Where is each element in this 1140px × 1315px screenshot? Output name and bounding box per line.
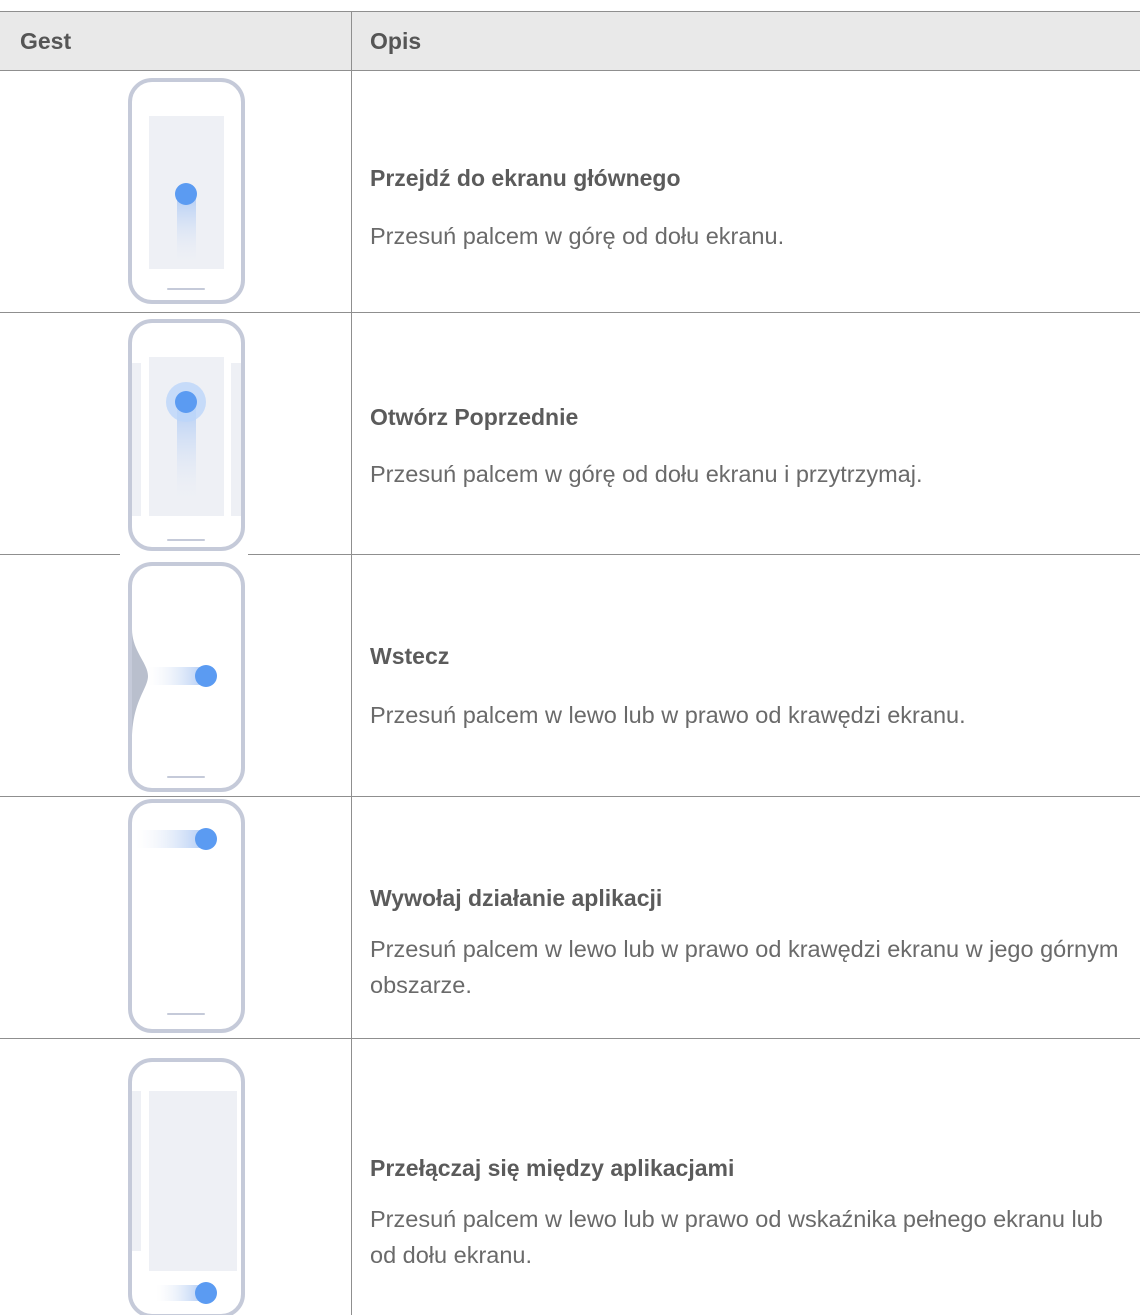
table-row: Otwórz Poprzednie Przesuń palcem w górę … xyxy=(0,313,1140,554)
row-description: Przesuń palcem w górę od dołu ekranu. xyxy=(370,223,785,249)
gesture-table: Gest Opis Przejdź do ekranu głównego Prz… xyxy=(0,0,1140,1315)
row-title: Przejdź do ekranu głównego xyxy=(370,165,681,191)
row-description: Przesuń palcem w lewo lub w prawo od wsk… xyxy=(370,1206,1103,1268)
table-header: Gest Opis xyxy=(0,11,1140,71)
row-title: Otwórz Poprzednie xyxy=(370,404,579,430)
swipe-top-edge-app-action-illustration xyxy=(128,799,245,1033)
row-description: Przesuń palcem w lewo lub w prawo od kra… xyxy=(370,702,966,728)
swipe-bottom-switch-apps-illustration xyxy=(128,1058,245,1315)
swipe-up-home-illustration xyxy=(128,78,245,304)
table-row: Przełączaj się między aplikacjami Przesu… xyxy=(0,1039,1140,1315)
table-row: Przejdź do ekranu głównego Przesuń palce… xyxy=(0,71,1140,312)
row-title: Wstecz xyxy=(370,643,450,669)
header-gesture: Gest xyxy=(20,28,72,54)
table-row: Wywołaj działanie aplikacji Przesuń palc… xyxy=(0,797,1140,1038)
row-description: Przesuń palcem w lewo lub w prawo od kra… xyxy=(370,936,1119,998)
row-description: Przesuń palcem w górę od dołu ekranu i p… xyxy=(370,461,923,487)
swipe-up-hold-recents-illustration xyxy=(128,319,245,551)
table-row: Wstecz Przesuń palcem w lewo lub w prawo… xyxy=(0,555,1140,796)
row-title: Przełączaj się między aplikacjami xyxy=(370,1155,735,1181)
header-description: Opis xyxy=(370,28,422,54)
swipe-edge-back-illustration xyxy=(128,562,245,792)
row-title: Wywołaj działanie aplikacji xyxy=(370,885,663,911)
